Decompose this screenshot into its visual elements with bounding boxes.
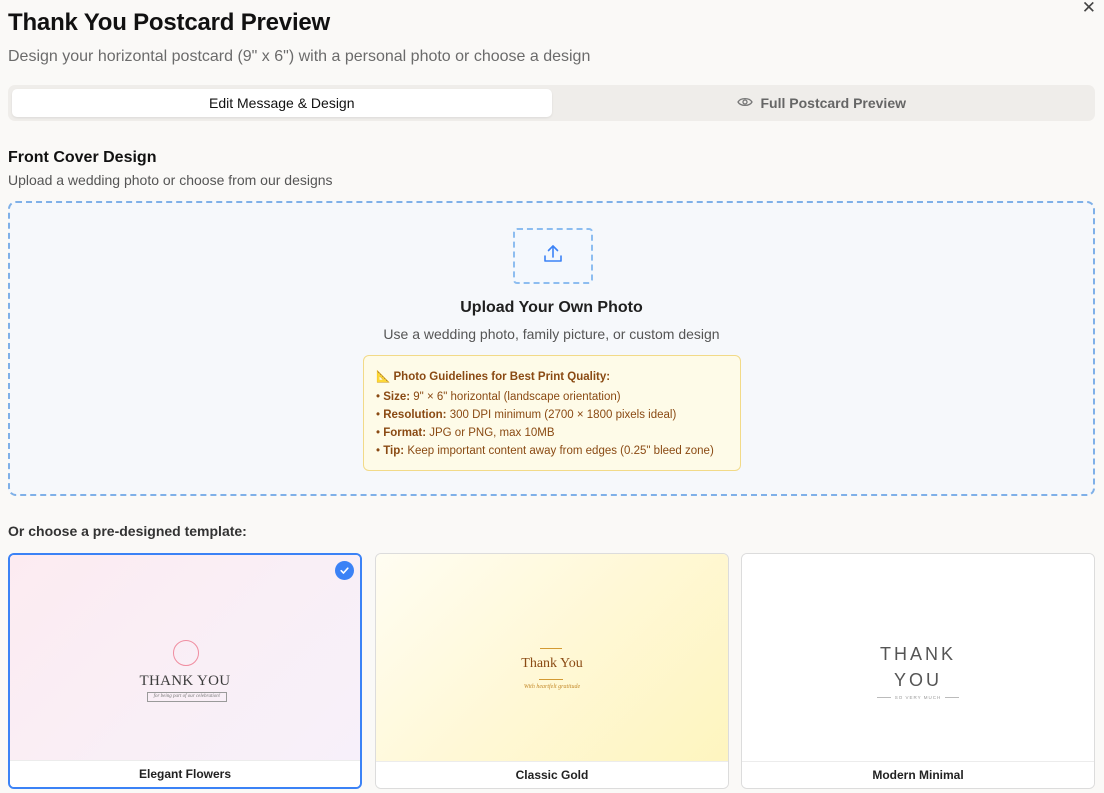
close-button[interactable]: ✕ [1082, 0, 1096, 17]
guideline-item: • Resolution: 300 DPI minimum (2700 × 18… [376, 409, 677, 421]
template-card-modern-minimal[interactable]: THANK YOU SO VERY MUCH Modern Minimal [741, 553, 1095, 789]
template-art-title: THANK YOU [879, 644, 956, 690]
template-art-subtitle-row: SO VERY MUCH [742, 695, 1094, 700]
photo-guidelines-box: 📐 Photo Guidelines for Best Print Qualit… [363, 355, 741, 471]
guideline-item: • Size: 9" × 6" horizontal (landscape or… [376, 391, 621, 403]
template-art-subtitle: With heartfelt gratitude [523, 684, 581, 690]
minimal-divider [945, 697, 960, 698]
tab-edit-message-design[interactable]: Edit Message & Design [12, 89, 552, 117]
template-name: Classic Gold [376, 761, 728, 788]
template-preview: Thank You With heartfelt gratitude [376, 554, 728, 763]
template-art-subtitle: for being part of our celebration! [147, 692, 227, 702]
template-art-title: Thank You [521, 656, 583, 671]
guideline-item: • Format: JPG or PNG, max 10MB [376, 427, 555, 439]
close-icon: ✕ [1081, 0, 1096, 18]
template-art-title: THANK YOU [139, 673, 231, 689]
dialog-subtitle: Design your horizontal postcard (9" x 6"… [8, 48, 591, 65]
upload-description: Use a wedding photo, family picture, or … [383, 326, 720, 342]
template-preview: THANK YOU SO VERY MUCH [742, 554, 1094, 763]
upload-icon-box[interactable] [513, 228, 593, 284]
eye-icon [736, 95, 753, 111]
template-art-subtitle: SO VERY MUCH [894, 695, 942, 700]
selected-check-icon [335, 561, 354, 580]
upload-icon [542, 243, 564, 270]
flower-circle-ornament [173, 640, 199, 666]
photo-upload-dropzone[interactable]: Upload Your Own Photo Use a wedding phot… [8, 201, 1095, 496]
guidelines-heading: 📐 Photo Guidelines for Best Print Qualit… [376, 371, 611, 383]
template-name: Elegant Flowers [10, 760, 360, 787]
gold-divider [539, 679, 563, 680]
template-section-label: Or choose a pre-designed template: [8, 523, 247, 539]
tab-label: Full Postcard Preview [760, 95, 907, 111]
tab-label: Edit Message & Design [208, 95, 355, 111]
gold-divider [540, 648, 562, 649]
dialog-title: Thank You Postcard Preview [8, 9, 331, 36]
tab-bar: Edit Message & Design Full Postcard Prev… [8, 85, 1095, 121]
template-card-classic-gold[interactable]: Thank You With heartfelt gratitude Class… [375, 553, 729, 789]
front-cover-subtitle: Upload a wedding photo or choose from ou… [8, 172, 333, 188]
guideline-item: • Tip: Keep important content away from … [376, 445, 714, 457]
front-cover-title: Front Cover Design [8, 149, 157, 166]
minimal-divider [876, 697, 891, 698]
upload-title: Upload Your Own Photo [460, 299, 643, 316]
template-preview: THANK YOU for being part of our celebrat… [10, 555, 360, 764]
template-card-elegant-flowers[interactable]: THANK YOU for being part of our celebrat… [8, 553, 362, 789]
tab-full-postcard-preview[interactable]: Full Postcard Preview [552, 89, 1092, 117]
template-name: Modern Minimal [742, 761, 1094, 788]
